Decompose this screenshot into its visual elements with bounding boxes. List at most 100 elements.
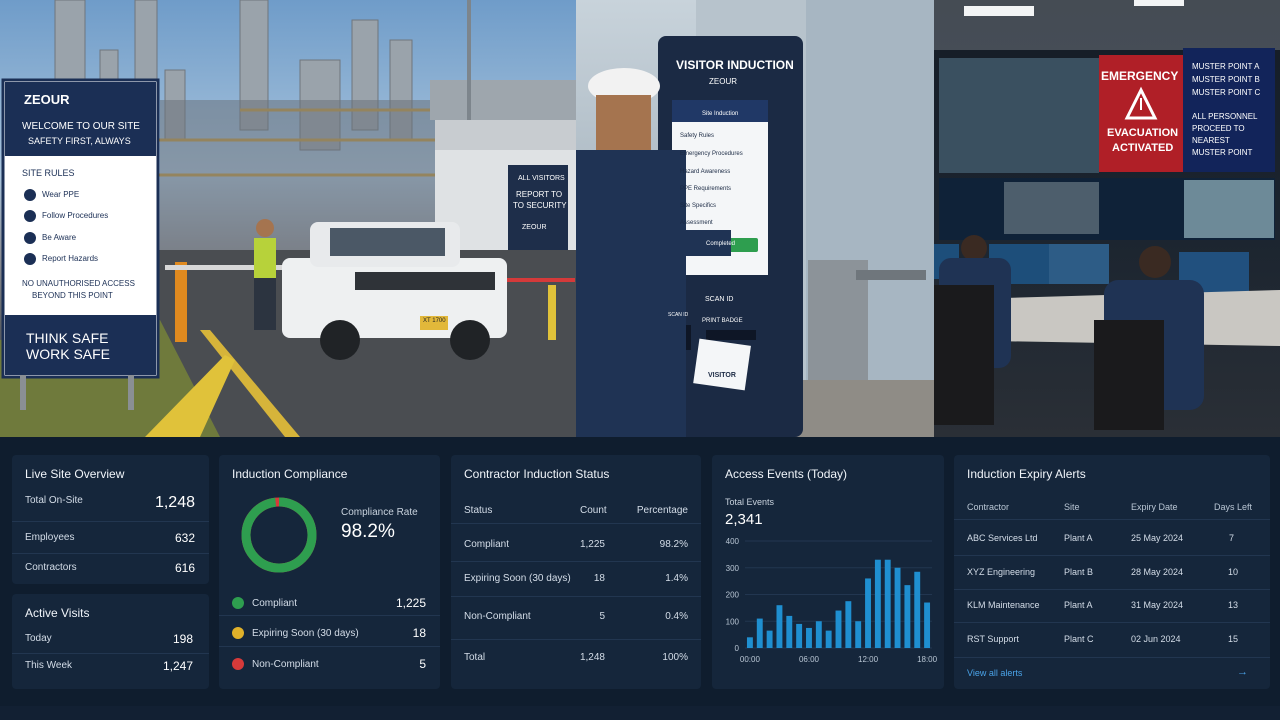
site-cell: Plant A (1064, 533, 1093, 543)
expiry-cell: 28 May 2024 (1131, 567, 1184, 577)
sign-rule: Be Aware (42, 233, 77, 242)
site-cell: Plant C (1064, 634, 1094, 644)
proceed-line: MUSTER POINT (1192, 148, 1253, 157)
live-site-overview-card: Live Site Overview Total On-Site 1,248 E… (12, 455, 209, 584)
induction-compliance-card: Induction Compliance Compliance Rate 98.… (219, 455, 440, 689)
active-visits-card: Active Visits Today 198 This Week 1,247 (12, 594, 209, 689)
kiosk-title: VISITOR INDUCTION (676, 58, 794, 72)
x-tick-label: 18:00 (917, 655, 938, 664)
today-label: Today (25, 633, 52, 644)
divider (954, 519, 1270, 520)
total-onsite-label: Total On-Site (25, 495, 83, 506)
divider (954, 555, 1270, 556)
view-all-alerts-link[interactable]: View all alerts (967, 668, 1022, 678)
divider (451, 596, 701, 597)
kiosk-item[interactable]: Hazard Awareness (680, 169, 730, 175)
bar (884, 559, 891, 648)
total-events-value: 2,341 (725, 511, 763, 528)
expiry-cell: 31 May 2024 (1131, 600, 1184, 610)
contractors-label: Contractors (25, 562, 77, 573)
count-cell: 5 (599, 611, 605, 622)
divider (451, 561, 701, 562)
col-site: Site (1064, 502, 1080, 512)
sign-think-safe: THINK SAFE (26, 330, 109, 346)
contractor-cell: KLM Maintenance (967, 600, 1040, 610)
access-events-chart: 400 300 200 100 000:00 06:00 12:00 18:00 (726, 537, 938, 664)
kiosk-item[interactable]: Emergency Procedures (680, 151, 743, 157)
compliant-value: 1,225 (395, 596, 426, 610)
compliance-rate-value: 98.2% (341, 521, 395, 542)
kiosk-item[interactable]: PPE Requirements (680, 186, 731, 192)
employees-label: Employees (25, 532, 75, 543)
kiosk-scan-id: SCAN ID (705, 296, 734, 303)
sign-rule: Follow Procedures (42, 211, 109, 220)
compliant-dot (232, 597, 244, 609)
col-expiry-date: Expiry Date (1131, 502, 1178, 512)
divider (451, 523, 701, 524)
col-contractor: Contractor (967, 502, 1010, 512)
compliance-donut (241, 497, 317, 573)
muster-point: MUSTER POINT B (1192, 75, 1260, 84)
x-tick-label: 12:00 (858, 655, 879, 664)
y-tick-label: 200 (726, 591, 740, 600)
proceed-line: PROCEED TO (1192, 124, 1245, 133)
percent-cell: 100% (662, 652, 688, 663)
evacuation-2: ACTIVATED (1112, 142, 1174, 154)
bar (835, 610, 842, 648)
days-cell: 7 (1229, 533, 1235, 543)
proceed-line: NEAREST (1192, 136, 1230, 145)
percent-cell: 98.2% (659, 539, 688, 550)
muster-point: MUSTER POINT C (1192, 88, 1261, 97)
divider (954, 657, 1270, 658)
card-title: Induction Compliance (232, 467, 348, 481)
col-days-left: Days Left (1214, 502, 1253, 512)
percent-cell: 1.4% (665, 573, 688, 584)
bar (855, 621, 862, 648)
bar (874, 559, 881, 648)
bar (806, 627, 812, 648)
sign-no-access-2: BEYOND THIS POINT (32, 291, 113, 300)
kiosk-item[interactable]: Safety Rules (680, 133, 714, 139)
bar (894, 567, 901, 648)
bar (796, 623, 803, 648)
sign-work-safe: WORK SAFE (26, 346, 111, 362)
bar (914, 571, 921, 648)
sign-no-access-1: NO UNAUTHORISED ACCESS (22, 279, 135, 288)
status-cell: Total (464, 652, 486, 663)
hero-photo-strip: ZEOUR WELCOME TO OUR SITE SAFETY FIRST, … (0, 0, 1280, 437)
bar (746, 637, 753, 648)
bar (845, 601, 852, 648)
arrow-right-icon[interactable]: → (1237, 666, 1248, 678)
days-cell: 15 (1228, 634, 1239, 644)
sign-rules-title: SITE RULES (22, 168, 75, 178)
bar (776, 605, 783, 648)
divider (954, 589, 1270, 590)
status-cell: Expiring Soon (30 days) (464, 573, 571, 584)
visitor-badge: VISITOR (708, 372, 736, 379)
kiosk-completed-button[interactable]: Completed (706, 241, 735, 247)
y-tick-label: 100 (726, 617, 740, 626)
days-cell: 10 (1228, 567, 1239, 577)
bar (786, 615, 793, 648)
col-count: Count (580, 505, 607, 516)
this-week-value: 1,247 (162, 659, 193, 673)
kiosk-print-badge: PRINT BADGE (702, 318, 743, 324)
status-cell: Compliant (464, 539, 510, 550)
divider (451, 639, 701, 640)
count-cell: 1,225 (579, 539, 605, 550)
kiosk-item[interactable]: Assessment (680, 220, 713, 226)
contractor-cell: RST Support (967, 634, 1019, 644)
divider (12, 553, 209, 554)
sign-welcome: WELCOME TO OUR SITE (22, 121, 140, 132)
bar (924, 602, 931, 648)
today-value: 198 (172, 632, 193, 646)
y-tick-label: 300 (726, 564, 740, 573)
bar (815, 621, 822, 648)
contractor-cell: ABC Services Ltd (967, 533, 1038, 543)
booth-sign-2: REPORT TO (516, 190, 563, 199)
percent-cell: 0.4% (665, 611, 688, 622)
kiosk-item[interactable]: Site Specifics (680, 203, 716, 209)
kiosk-screen-header: Site Induction (702, 111, 739, 117)
contractors-value: 616 (174, 561, 195, 575)
col-percentage: Percentage (636, 505, 688, 516)
